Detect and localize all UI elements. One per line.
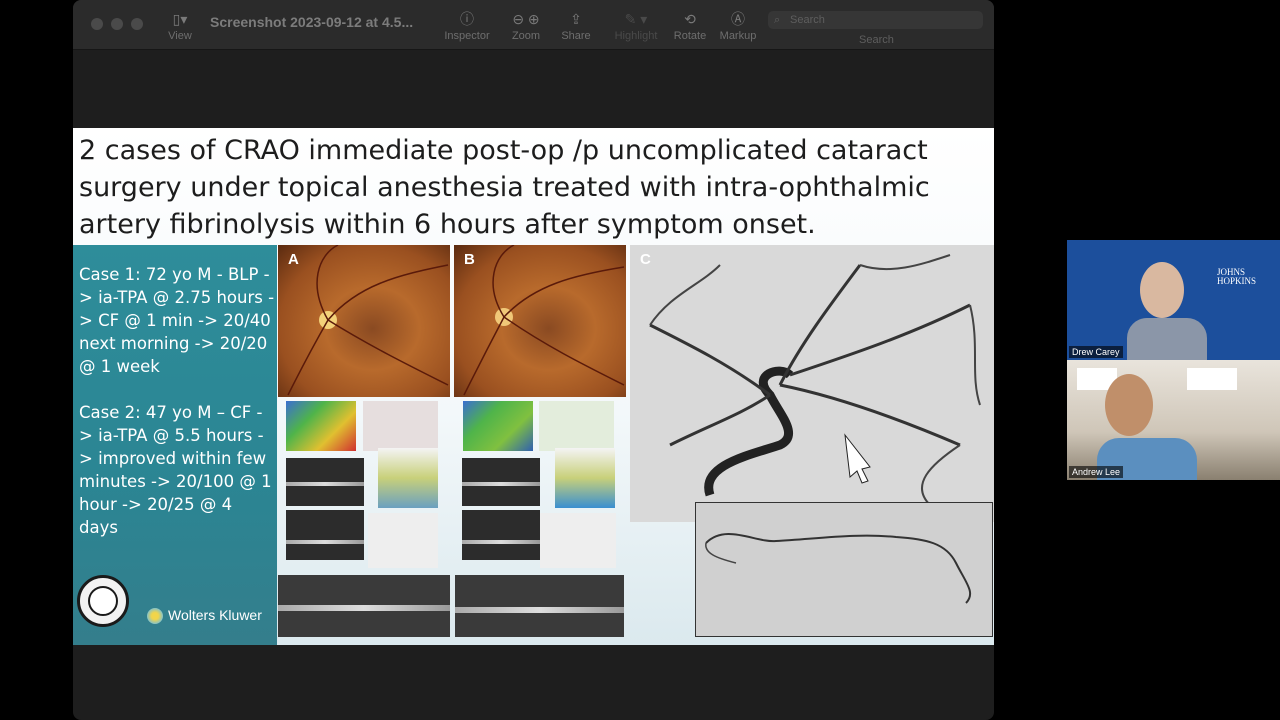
toolbar: ▯▾ View Screenshot 2023-09-12 at 4.5... …	[73, 0, 994, 50]
close-window-button[interactable]	[91, 18, 103, 30]
markup-icon: Ⓐ	[731, 11, 745, 27]
thickness-chart-b	[539, 401, 614, 451]
person-head	[1105, 374, 1153, 436]
data-table-b	[540, 513, 616, 568]
search-label: Search	[859, 34, 894, 46]
person-shirt	[1127, 318, 1207, 360]
oct-bscan-b	[455, 575, 624, 637]
minimize-window-button[interactable]	[111, 18, 123, 30]
search-icon: ⌕	[774, 14, 781, 26]
oct-map-b	[463, 401, 533, 451]
zoom-icon: ⊖ ⊕	[512, 11, 540, 27]
markup-button[interactable]: Ⓐ Markup	[718, 8, 758, 48]
search-placeholder: Search	[790, 14, 825, 26]
society-seal-logo	[77, 575, 129, 627]
view-button[interactable]: ▯▾ View	[166, 8, 194, 48]
share-icon: ⇪	[570, 11, 582, 27]
search-input[interactable]: ⌕ Search	[768, 11, 983, 29]
oct-scan-a2	[286, 510, 364, 560]
oct-scan-b2	[462, 510, 540, 560]
oct-bscan-a	[278, 575, 450, 637]
oct-scan-b1	[462, 458, 540, 506]
johns-hopkins-logo: JOHNS HOPKINS	[1217, 267, 1257, 286]
info-icon: ⓘ	[460, 11, 474, 27]
highlighter-icon: ✎ ▾	[624, 11, 648, 27]
person-head	[1140, 262, 1184, 318]
share-button[interactable]: ⇪ Share	[559, 8, 593, 48]
zoom-window-button[interactable]	[131, 18, 143, 30]
publisher-logo: Wolters Kluwer	[147, 607, 262, 625]
participant-name-label: Drew Carey	[1069, 346, 1123, 358]
thickness-chart-a	[363, 401, 438, 451]
sidebar-icon: ▯▾	[172, 11, 188, 27]
video-tile-drew-carey[interactable]: JOHNS HOPKINS Drew Carey	[1067, 240, 1280, 360]
fundus-photo-b: B	[454, 245, 626, 397]
3d-map-b	[555, 448, 615, 508]
slide-image: 2 cases of CRAO immediate post-op /p unc…	[73, 128, 994, 645]
angiogram-photo-c: C	[630, 245, 994, 522]
screen: ▯▾ View Screenshot 2023-09-12 at 4.5... …	[0, 0, 1280, 720]
participant-name-label: Andrew Lee	[1069, 466, 1124, 478]
rotate-button[interactable]: ⟲ Rotate	[672, 8, 708, 48]
window-title: Screenshot 2023-09-12 at 4.5...	[210, 14, 414, 30]
data-table-a	[368, 513, 438, 568]
wolters-kluwer-flower-icon	[147, 608, 163, 625]
inspector-button[interactable]: ⓘ Inspector	[443, 8, 491, 48]
video-tile-andrew-lee[interactable]: Andrew Lee	[1067, 360, 1280, 480]
case-panel: Case 1: 72 yo M - BLP -> ia-TPA @ 2.75 h…	[73, 245, 277, 645]
ceiling-light	[1187, 368, 1237, 390]
zoom-button[interactable]: ⊖ ⊕ Zoom	[506, 8, 546, 48]
rotate-icon: ⟲	[684, 11, 696, 27]
highlight-button[interactable]: ✎ ▾ Highlight	[611, 8, 661, 48]
slide-title: 2 cases of CRAO immediate post-op /p unc…	[79, 135, 930, 240]
angiogram-inset	[695, 502, 993, 637]
preview-window: ▯▾ View Screenshot 2023-09-12 at 4.5... …	[73, 0, 994, 720]
case-2-text: Case 2: 47 yo M – CF -> ia-TPA @ 5.5 hou…	[79, 403, 272, 537]
3d-map-a	[378, 448, 438, 508]
case-1-text: Case 1: 72 yo M - BLP -> ia-TPA @ 2.75 h…	[79, 265, 275, 376]
fundus-photo-a: A	[278, 245, 450, 397]
oct-scan-a1	[286, 458, 364, 506]
oct-map-a	[286, 401, 356, 451]
